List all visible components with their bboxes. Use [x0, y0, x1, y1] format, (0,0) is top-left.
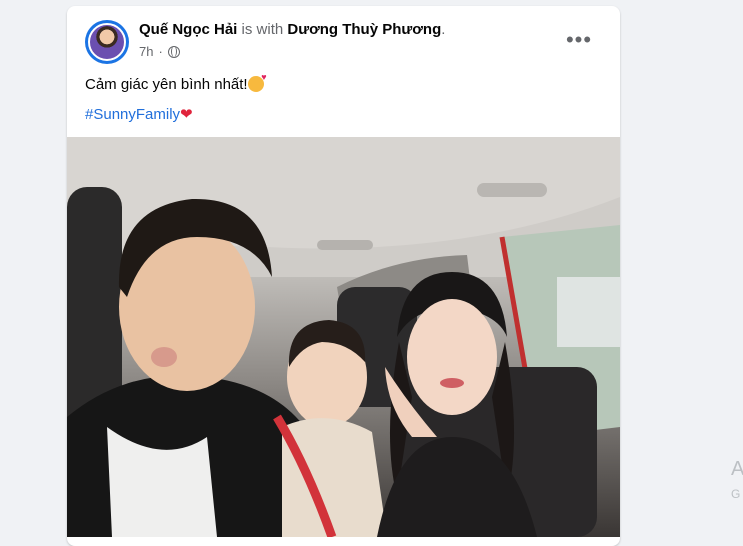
- author-avatar[interactable]: [85, 20, 129, 64]
- more-options-button[interactable]: •••: [561, 28, 597, 52]
- post-meta: 7h ·: [139, 44, 180, 59]
- post-photo[interactable]: [67, 137, 620, 537]
- red-heart-emoji: ❤: [180, 106, 193, 123]
- author-name[interactable]: Quế Ngọc Hải: [139, 21, 237, 38]
- sidebar-letter-a: A: [731, 458, 743, 480]
- post-card: Quế Ngọc Hải is with Dương Thuỳ Phương. …: [67, 6, 620, 546]
- avatar-image: [88, 23, 126, 61]
- with-text: is with: [237, 21, 288, 38]
- sidebar-letter-g: G: [731, 487, 741, 501]
- globe-icon[interactable]: [167, 45, 180, 58]
- hashtag-link[interactable]: #SunnyFamily: [85, 106, 180, 123]
- period: .: [441, 21, 446, 38]
- post-text-content: Cảm giác yên bình nhất!: [85, 76, 248, 93]
- post-text: Cảm giác yên bình nhất!: [85, 72, 267, 93]
- post-attribution: Quế Ngọc Hải is with Dương Thuỳ Phương.: [139, 21, 445, 38]
- more-options-icon: •••: [565, 27, 593, 52]
- post-time[interactable]: 7h: [139, 44, 153, 59]
- hashtag-line: #SunnyFamily❤: [85, 105, 193, 123]
- post-header: Quế Ngọc Hải is with Dương Thuỳ Phương. …: [67, 6, 620, 70]
- dot-separator: ·: [158, 44, 163, 59]
- tagged-name[interactable]: Dương Thuỳ Phương: [287, 21, 441, 38]
- smiling-face-with-hearts-emoji: [247, 72, 267, 92]
- photo-illustration: [67, 137, 620, 537]
